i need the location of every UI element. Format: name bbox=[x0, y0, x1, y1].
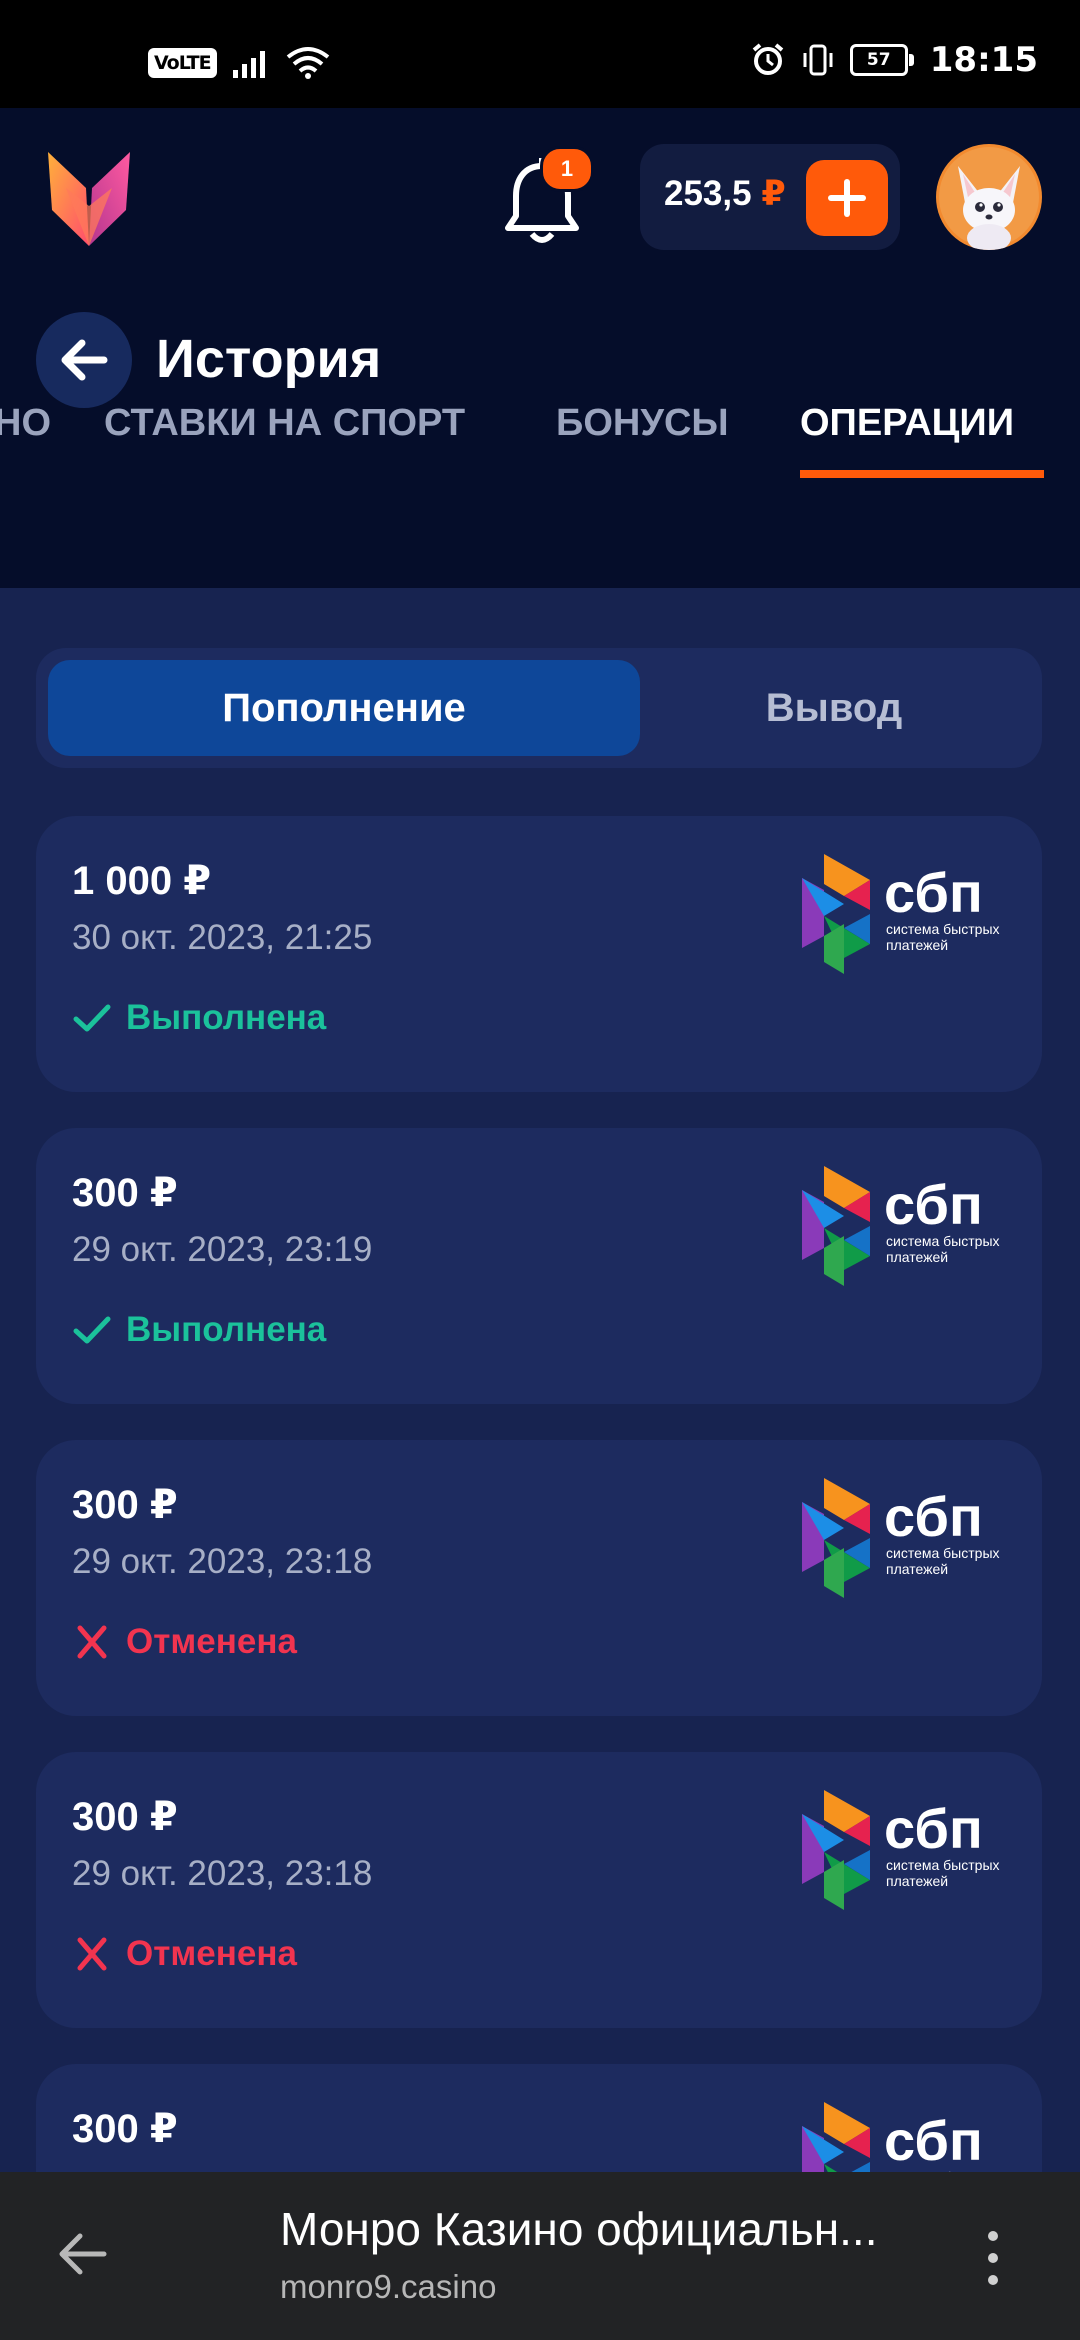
sbp-logo-icon: сбпсистема быстрыхплатежей bbox=[802, 1166, 1000, 1286]
sbp-logo: сбпсистема быстрыхплатежей bbox=[782, 1164, 1012, 1286]
status-left: VoLTE bbox=[148, 46, 331, 80]
close-icon bbox=[77, 1937, 107, 1971]
balance-amount: 253,5 bbox=[664, 174, 752, 213]
operation-amount: 300 ₽ bbox=[72, 1483, 178, 1527]
avatar[interactable] bbox=[936, 144, 1042, 250]
sbp-name: сбп bbox=[884, 861, 983, 924]
app-header: 1 253,5 ₽ История bbox=[0, 108, 1080, 588]
tab-bonuses[interactable]: БОНУСЫ bbox=[556, 388, 729, 480]
status-right: 57 18:15 bbox=[750, 40, 1038, 80]
tab-casino[interactable]: НО bbox=[0, 388, 51, 480]
battery-level: 57 bbox=[866, 50, 891, 70]
operation-status: Отменена bbox=[72, 1622, 297, 1662]
sbp-subtitle-line1: система быстрых bbox=[886, 1545, 1000, 1561]
operation-date: 29 окт. 2023, 23:19 bbox=[72, 1230, 373, 1269]
battery-icon: 57 bbox=[849, 44, 914, 76]
sbp-subtitle-line2: платежей bbox=[886, 937, 948, 953]
sbp-subtitle-line1: система быстрых bbox=[886, 1233, 1000, 1249]
sbp-logo: сбпсистема быстрыхплатежей bbox=[782, 1788, 1012, 1910]
browser-url[interactable]: monro9.casino bbox=[280, 2268, 496, 2306]
more-vertical-icon[interactable] bbox=[986, 2228, 1000, 2288]
balance-text: 253,5 ₽ bbox=[664, 174, 786, 214]
deposit-segment[interactable]: Пополнение bbox=[48, 660, 640, 756]
balance-currency: ₽ bbox=[761, 174, 786, 213]
volte-indicator: VoLTE bbox=[148, 48, 217, 78]
sbp-logo-icon: сбпсистема быстрыхплатежей bbox=[802, 1478, 1000, 1598]
clock: 18:15 bbox=[929, 40, 1038, 80]
fox-avatar-icon bbox=[939, 147, 1039, 250]
operation-card[interactable]: 300 ₽ 29 окт. 2023, 23:18 Отменена сбп си… bbox=[36, 1440, 1042, 1716]
sbp-name: сбп bbox=[884, 1485, 983, 1548]
operation-status: Выполнена bbox=[72, 1310, 326, 1350]
alarm-icon bbox=[752, 43, 784, 75]
operation-status-label: Выполнена bbox=[126, 1310, 327, 1349]
browser-page-title[interactable]: Монро Казино официальн... bbox=[280, 2202, 960, 2256]
signal-icon bbox=[232, 51, 265, 78]
sbp-subtitle-line2: платежей bbox=[886, 1249, 948, 1265]
monro-logo-icon[interactable] bbox=[46, 148, 132, 248]
operation-amount: 300 ₽ bbox=[72, 1171, 178, 1215]
check-icon bbox=[73, 1004, 111, 1032]
operation-status-label: Отменена bbox=[126, 1622, 297, 1661]
sbp-logo: сбпсистема быстрыхплатежей bbox=[782, 852, 1012, 974]
operation-date: 29 окт. 2023, 23:18 bbox=[72, 1854, 373, 1893]
operation-type-switch: Пополнение Вывод bbox=[36, 648, 1042, 768]
history-tabs: НО СТАВКИ НА СПОРТ БОНУСЫ ОПЕРАЦИИ bbox=[0, 388, 1080, 480]
sbp-subtitle-line1: система быстрых bbox=[886, 1857, 1000, 1873]
browser-bottom-bar: Монро Казино официальн... monro9.casino bbox=[0, 2172, 1080, 2340]
close-icon bbox=[77, 1625, 107, 1659]
operation-date: 30 окт. 2023, 21:25 bbox=[72, 918, 373, 957]
balance-widget[interactable]: 253,5 ₽ bbox=[640, 144, 900, 250]
sbp-name: сбп bbox=[884, 2109, 983, 2172]
operation-status-label: Выполнена bbox=[126, 998, 327, 1037]
vibrate-icon bbox=[803, 44, 833, 76]
operation-amount: 300 ₽ bbox=[72, 1795, 178, 1839]
withdraw-segment[interactable]: Вывод bbox=[644, 660, 1024, 756]
operation-status-label: Отменена bbox=[126, 1934, 297, 1973]
operation-status: Выполнена bbox=[72, 998, 326, 1038]
status-bar: VoLTE 57 18:15 bbox=[0, 0, 1080, 108]
sbp-subtitle-line2: платежей bbox=[886, 1873, 948, 1889]
operation-card[interactable]: 1 000 ₽ 30 окт. 2023, 21:25 Выполнена сб… bbox=[36, 816, 1042, 1092]
sbp-name: сбп bbox=[884, 1797, 983, 1860]
sbp-logo-icon: сбпсистема быстрыхплатежей bbox=[802, 1790, 1000, 1910]
tab-sport-bets[interactable]: СТАВКИ НА СПОРТ bbox=[104, 388, 465, 480]
operation-status: Отменена bbox=[72, 1934, 297, 1974]
operation-date: 29 окт. 2023, 23:18 bbox=[72, 1542, 373, 1581]
active-tab-indicator bbox=[800, 470, 1044, 478]
operation-amount: 300 ₽ bbox=[72, 2107, 178, 2151]
sbp-subtitle-line1: система быстрых bbox=[886, 921, 1000, 937]
operation-amount: 1 000 ₽ bbox=[72, 859, 212, 903]
tab-operations[interactable]: ОПЕРАЦИИ bbox=[800, 388, 1014, 480]
sbp-subtitle-line2: платежей bbox=[886, 1561, 948, 1577]
notification-badge: 1 bbox=[540, 146, 594, 192]
sbp-logo-icon: сбпсистема быстрыхплатежей bbox=[802, 854, 1000, 974]
wifi-icon bbox=[286, 47, 329, 79]
browser-back-icon[interactable] bbox=[52, 2224, 112, 2284]
operation-card[interactable]: 300 ₽ 29 окт. 2023, 23:18 Отменена сбп си… bbox=[36, 1752, 1042, 2028]
sbp-name: сбп bbox=[884, 1173, 983, 1236]
sbp-logo: сбпсистема быстрыхплатежей bbox=[782, 1476, 1012, 1598]
page-title: История bbox=[156, 329, 382, 389]
operation-card[interactable]: 300 ₽ 29 окт. 2023, 23:19 Выполнена сбп с… bbox=[36, 1128, 1042, 1404]
check-icon bbox=[73, 1316, 111, 1344]
deposit-plus-button[interactable] bbox=[806, 160, 888, 236]
